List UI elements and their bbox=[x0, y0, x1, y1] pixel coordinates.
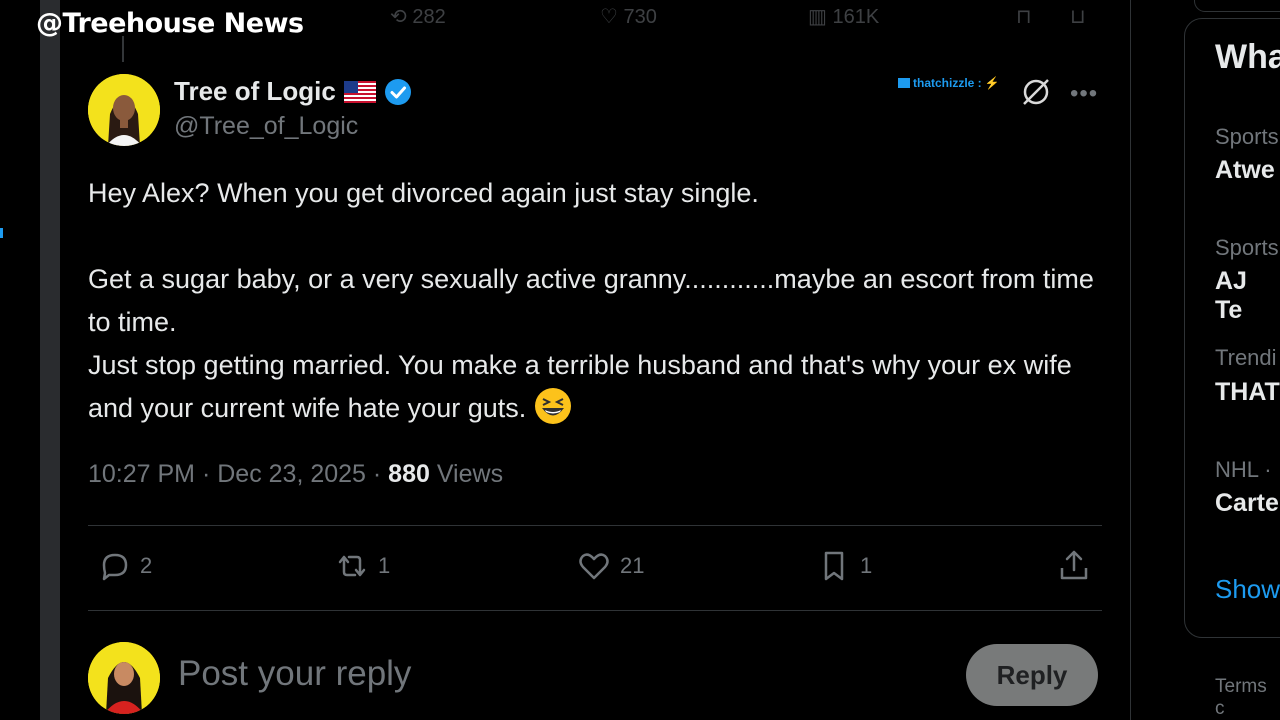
ghost-views-count: 161K bbox=[832, 6, 880, 28]
reply-input[interactable]: Post your reply bbox=[178, 654, 411, 694]
show-more-link[interactable]: Show bbox=[1215, 574, 1280, 605]
views-label: Views bbox=[429, 460, 504, 488]
tweet-text-content: Hey Alex? When you get divorced again ju… bbox=[88, 178, 1094, 423]
repost-count: 1 bbox=[378, 553, 391, 578]
trend-title[interactable]: AJ Te bbox=[1215, 267, 1280, 325]
tweet-date[interactable]: Dec 23, 2025 bbox=[217, 460, 366, 488]
author-avatar[interactable] bbox=[88, 74, 160, 146]
reply-count: 2 bbox=[140, 553, 153, 578]
thread-line bbox=[122, 36, 124, 62]
bookmark-icon bbox=[824, 551, 844, 581]
left-indicator bbox=[0, 228, 3, 238]
ghost-replies-count: 282 bbox=[412, 6, 446, 28]
repost-icon bbox=[338, 555, 366, 577]
bookmark-count: 1 bbox=[860, 553, 873, 578]
grinning-squinting-face-icon bbox=[534, 388, 571, 424]
trend-category: Trendi bbox=[1215, 345, 1277, 370]
trend-title[interactable]: Atwe bbox=[1215, 156, 1275, 185]
promo-tag[interactable]: thatchizzle : ⚡ bbox=[898, 76, 1000, 90]
user-avatar[interactable] bbox=[88, 642, 160, 714]
trends-title: Wha bbox=[1215, 38, 1280, 76]
tweet-meta: 10:27 PM · Dec 23, 2025 · 880 Views bbox=[88, 460, 503, 489]
terms-link[interactable]: Terms c bbox=[1215, 676, 1280, 720]
trend-category: Sports bbox=[1215, 124, 1279, 149]
author-name-row[interactable]: Tree of Logic bbox=[174, 76, 412, 107]
ghost-likes-count: 730 bbox=[623, 6, 657, 28]
trend-title[interactable]: THAT bbox=[1215, 378, 1280, 407]
promo-avatar-icon bbox=[898, 78, 910, 88]
repost-action[interactable]: 1 bbox=[334, 548, 390, 584]
like-action[interactable]: 21 bbox=[576, 548, 644, 584]
like-count: 21 bbox=[620, 553, 645, 578]
woman-avatar-icon bbox=[88, 74, 160, 146]
previous-tweet-stats: ⟲ 282 ♡ 730 ▥ 161K ⊓ ⊔ bbox=[380, 4, 1110, 32]
share-icon bbox=[1060, 550, 1088, 580]
ghost-repost: ⟲ 282 bbox=[390, 6, 446, 28]
reply-button[interactable]: Reply bbox=[966, 644, 1098, 706]
trend-title[interactable]: Carte bbox=[1215, 489, 1279, 518]
author-handle[interactable]: @Tree_of_Logic bbox=[174, 112, 358, 141]
bookmark-action[interactable]: 1 bbox=[816, 548, 872, 584]
heart-icon bbox=[579, 553, 609, 580]
trends-card bbox=[1184, 18, 1280, 638]
verified-badge-icon bbox=[384, 78, 411, 105]
ghost-views: ▥ 161K bbox=[808, 6, 880, 28]
tweet-text: Hey Alex? When you get divorced again ju… bbox=[88, 172, 1098, 430]
ghost-bookmark-icon: ⊓ bbox=[1016, 6, 1032, 28]
action-bar: 2 1 21 1 bbox=[88, 548, 1102, 592]
share-action[interactable] bbox=[1056, 548, 1092, 584]
tweet-time[interactable]: 10:27 PM bbox=[88, 460, 195, 488]
us-flag-icon bbox=[343, 80, 376, 103]
more-options-icon[interactable]: ••• bbox=[1070, 80, 1098, 108]
left-scrollbar[interactable] bbox=[40, 0, 60, 720]
grok-icon[interactable] bbox=[1020, 76, 1052, 108]
ghost-like: ♡ 730 bbox=[600, 6, 657, 28]
divider-bottom bbox=[88, 610, 1102, 611]
divider-top bbox=[88, 525, 1102, 526]
watermark: @Treehouse News bbox=[36, 8, 304, 39]
views-count: 880 bbox=[388, 460, 430, 488]
lightning-icon: ⚡ bbox=[984, 76, 1000, 90]
reply-action[interactable]: 2 bbox=[96, 548, 152, 584]
meta-separator: · bbox=[365, 460, 389, 488]
trend-category: NHL · bbox=[1215, 457, 1272, 482]
promo-label: thatchizzle : bbox=[913, 76, 982, 90]
comment-icon bbox=[102, 553, 128, 581]
ghost-share-icon: ⊔ bbox=[1070, 6, 1086, 28]
user-avatar-icon bbox=[88, 642, 160, 714]
meta-separator: · bbox=[195, 460, 218, 488]
author-name[interactable]: Tree of Logic bbox=[174, 76, 336, 107]
trend-category: Sports bbox=[1215, 235, 1279, 260]
search-box-edge[interactable] bbox=[1194, 0, 1280, 12]
